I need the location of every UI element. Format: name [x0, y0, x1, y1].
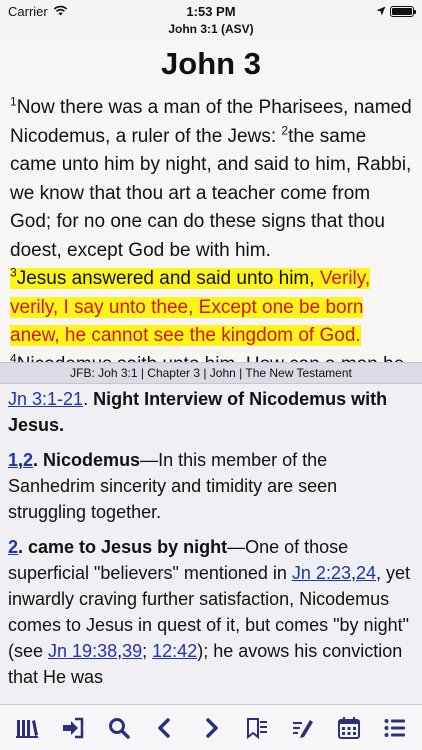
bible-text-pane[interactable]: John 3 1Now there was a man of the Phari… — [0, 40, 422, 362]
chapter-title: John 3 — [161, 46, 261, 81]
status-right — [376, 4, 416, 19]
verse-link[interactable]: 1 — [8, 450, 18, 470]
verse-3-text: Jesus answered and said unto him, — [16, 268, 320, 289]
bottom-toolbar — [0, 704, 422, 750]
verse-number: 1 — [10, 94, 17, 109]
verse-text[interactable]: 1Now there was a man of the Pharisees, n… — [10, 94, 412, 362]
commentary-paragraph: 2. came to Jesus by night—One of those s… — [8, 534, 414, 690]
forward-icon[interactable] — [196, 713, 226, 743]
verse-4-text[interactable]: Nicodemus saith unto him, How can a man … — [10, 354, 405, 363]
verse-reference-title[interactable]: John 3:1 (ASV) — [0, 22, 422, 40]
scripture-link[interactable]: Jn 2:23 — [292, 563, 351, 583]
verse-number: 4 — [10, 351, 17, 362]
location-icon — [376, 4, 386, 19]
scripture-link[interactable]: Jn 3:1-21 — [8, 389, 83, 409]
status-left: Carrier — [8, 4, 68, 19]
commentary-pane[interactable]: Jn 3:1-21. Night Interview of Nicodemus … — [0, 384, 422, 704]
bookmark-icon[interactable] — [242, 713, 272, 743]
status-bar: Carrier 1:53 PM — [0, 0, 422, 22]
scripture-link[interactable]: Jn 19:38 — [48, 641, 117, 661]
verse-number: 3 — [10, 265, 17, 280]
verse-3-highlight[interactable]: 3Jesus answered and said unto him, Veril… — [10, 265, 371, 346]
scripture-link[interactable]: 24 — [356, 563, 376, 583]
carrier-label: Carrier — [8, 3, 48, 19]
menu-icon[interactable] — [380, 713, 410, 743]
scripture-link[interactable]: 39 — [122, 641, 142, 661]
commentary-paragraph: Jn 3:1-21. Night Interview of Nicodemus … — [8, 386, 414, 438]
punctuation: ; — [142, 641, 153, 661]
scripture-link[interactable]: 12:42 — [152, 641, 197, 661]
entry-heading: . came to Jesus by night — [18, 537, 228, 557]
punctuation: . — [83, 389, 94, 409]
calendar-icon[interactable] — [334, 713, 364, 743]
edit-note-icon[interactable] — [288, 713, 318, 743]
commentary-header-bar[interactable]: JFB: Joh 3:1 | Chapter 3 | John | The Ne… — [0, 362, 422, 384]
library-icon[interactable] — [12, 713, 42, 743]
sign-in-icon[interactable] — [58, 713, 88, 743]
entry-heading: . Nicodemus — [33, 450, 141, 470]
verse-link[interactable]: 2 — [23, 450, 33, 470]
commentary-paragraph: 1,2. Nicodemus—In this member of the San… — [8, 447, 414, 525]
battery-icon — [390, 5, 416, 17]
wifi-icon — [53, 4, 68, 19]
back-icon[interactable] — [150, 713, 180, 743]
search-icon[interactable] — [104, 713, 134, 743]
verse-link[interactable]: 2 — [8, 537, 18, 557]
